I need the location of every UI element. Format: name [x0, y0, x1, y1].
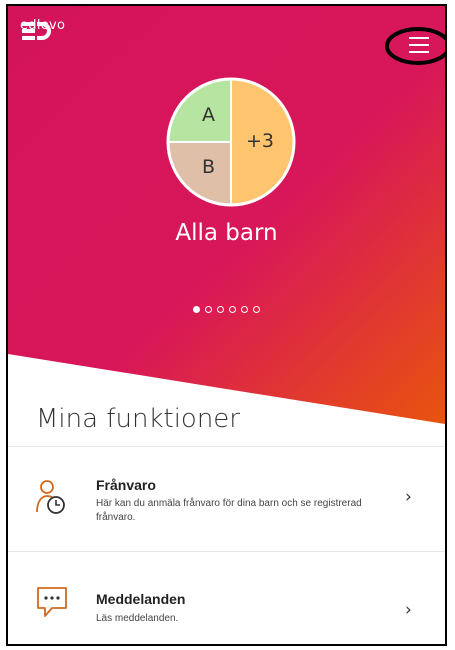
function-item-meddelanden[interactable]: Meddelanden Läs meddelanden. › [8, 552, 445, 644]
carousel-dot[interactable] [253, 306, 260, 313]
child-b-label: B [202, 156, 216, 178]
function-item-franvaro[interactable]: Frånvaro Här kan du anmäla frånvaro för … [8, 447, 445, 551]
carousel-dot[interactable] [205, 306, 212, 313]
chevron-right-icon: › [405, 487, 412, 507]
app-screen: edlevo A B +3 Alla barn Mina funktione [6, 4, 447, 646]
carousel-dot[interactable] [217, 306, 224, 313]
absence-person-clock-icon [36, 480, 65, 514]
children-pie-chart[interactable]: A B +3 [165, 76, 297, 208]
hero-banner: edlevo A B +3 Alla barn [8, 6, 445, 446]
chevron-right-icon: › [405, 600, 412, 620]
message-bubble-icon [37, 587, 67, 617]
carousel-dot[interactable] [193, 306, 200, 313]
function-description: Läs meddelanden. [96, 613, 179, 624]
hamburger-menu-icon[interactable] [385, 26, 447, 66]
functions-heading: Mina funktioner [36, 404, 240, 434]
carousel-pagination [8, 306, 445, 313]
carousel-dot[interactable] [229, 306, 236, 313]
children-avatar-pie [166, 77, 296, 207]
more-children-label: +3 [246, 130, 275, 152]
edlevo-logo-mark [22, 22, 51, 40]
function-description: Här kan du anmäla frånvaro för dina barn… [96, 498, 362, 523]
edlevo-logo: edlevo [20, 18, 65, 40]
child-a-label: A [202, 104, 215, 126]
function-title: Frånvaro [96, 477, 156, 493]
function-title: Meddelanden [96, 591, 186, 607]
carousel-title: Alla barn [175, 220, 278, 246]
carousel-dot[interactable] [241, 306, 248, 313]
menu-button[interactable] [385, 26, 447, 66]
